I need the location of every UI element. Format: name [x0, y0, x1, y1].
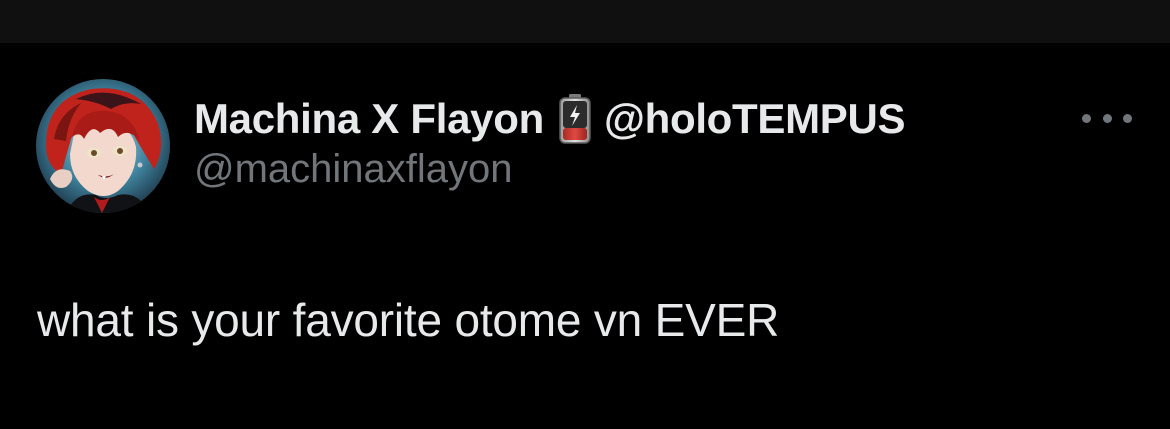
tweet[interactable]: Machina X Flayon @holoTEMPUS @machinaxfl…: [0, 43, 1170, 429]
top-bar: [0, 0, 1170, 43]
more-dot: [1102, 113, 1112, 123]
display-name[interactable]: Machina X Flayon: [194, 95, 544, 143]
author-line: Machina X Flayon @holoTEMPUS: [194, 93, 906, 145]
avatar-image: [36, 79, 170, 213]
user-handle[interactable]: @machinaxflayon: [194, 147, 513, 192]
avatar[interactable]: [36, 79, 170, 213]
tweet-text: what is your favorite otome vn EVER: [37, 294, 780, 346]
more-dot: [1123, 113, 1132, 123]
more-dot: [1082, 113, 1091, 123]
affiliation-handle[interactable]: @holoTEMPUS: [604, 95, 906, 143]
battery-low-icon: [558, 93, 592, 145]
more-horizontal-icon[interactable]: [1082, 105, 1132, 131]
